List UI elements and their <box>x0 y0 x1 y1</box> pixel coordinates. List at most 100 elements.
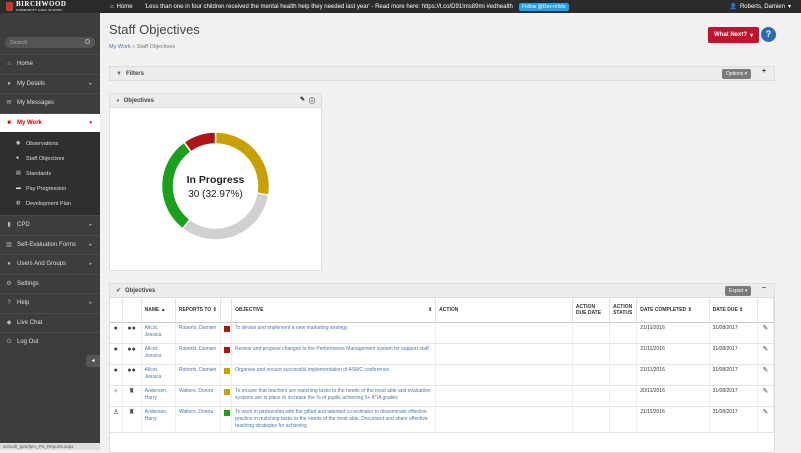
cell-edit[interactable]: ✎ <box>757 385 774 407</box>
cell-edit[interactable]: ✎ <box>757 406 774 433</box>
edit-pencil-icon[interactable]: ✎ <box>762 346 768 353</box>
cell-objective[interactable]: To ensure that teachers are matching tas… <box>231 385 437 407</box>
edit-pencil-icon[interactable]: ✎ <box>762 388 768 395</box>
cell-action-status <box>609 385 638 407</box>
subitem-label: Development Plan <box>26 200 71 207</box>
cell-status <box>220 364 233 386</box>
edit-pencil-icon[interactable]: ✎ <box>762 409 768 416</box>
sidebar-subitem-development-plan[interactable]: ◍ Development Plan <box>0 196 100 211</box>
what-next-button[interactable]: What Next? ▾ <box>708 27 760 43</box>
cell-objective[interactable]: To work in partnership with the gifted a… <box>231 406 437 433</box>
sidebar-subitem-staff-objectives[interactable]: ● Staff Objectives <box>0 151 100 166</box>
table-row[interactable]: ● ●● Allcot, Jessica Roberts, Damien To devi… <box>110 322 774 344</box>
cell-name[interactable]: Allcot, Jessica <box>141 343 176 365</box>
check-icon: ✔ <box>116 288 122 294</box>
cell-flag: ● <box>110 343 123 365</box>
cell-objective[interactable]: Organise and ensure successful implement… <box>231 364 437 386</box>
sidebar-item-log-out[interactable]: ⏻ Log Out <box>0 332 100 352</box>
sidebar-subitem-pay-progression[interactable]: ▬ Pay Progression <box>0 181 100 196</box>
sidebar-subitem-observations[interactable]: ◉ Observations <box>0 136 100 151</box>
sidebar-item-label: My Work <box>17 119 42 126</box>
tree-icon: ♙ <box>113 408 120 416</box>
add-filter-button[interactable]: + <box>762 68 766 75</box>
col-group <box>122 298 142 323</box>
filters-header[interactable]: ▼ Filters Options ▾ + <box>110 67 774 80</box>
cell-edit[interactable]: ✎ <box>757 322 774 344</box>
search-icon[interactable] <box>85 39 90 44</box>
sidebar-subitem-standards[interactable]: ▤ Standards <box>0 166 100 181</box>
table-row[interactable]: ● ●● Allcot, Jessica Roberts, Damien Organis… <box>110 364 774 386</box>
col-reports-to[interactable]: REPORTS TO ⇕ <box>175 298 222 323</box>
cell-status <box>220 385 233 407</box>
form-icon: ▥ <box>6 241 12 248</box>
school-logo[interactable]: BIRCHWOOD COMMUNITY HIGH SCHOOL <box>0 0 100 13</box>
cell-name[interactable]: Anderson, Harry <box>141 385 176 407</box>
table-header-row: NAME ▲ REPORTS TO ⇕ OBJECTIVE ⇕ ACTION AC… <box>110 298 774 323</box>
sidebar-item-self-evaluation-forms[interactable]: ▥ Self-Evaluation Forms ▸ <box>0 234 100 255</box>
cell-objective[interactable]: To devise and implement a new marketing … <box>231 322 437 344</box>
group-icon: ♜ <box>128 408 135 416</box>
chevron-down-icon: ▾ <box>89 119 92 126</box>
sidebar-item-help[interactable]: ? Help ▸ <box>0 293 100 313</box>
col-action-due-date[interactable]: ACTION DUE DATE <box>572 298 611 323</box>
search-input[interactable]: Search <box>5 37 95 48</box>
group-icon: ●● <box>127 366 136 374</box>
sidebar-item-my-messages[interactable]: ✉ My Messages <box>0 93 100 113</box>
col-date-due[interactable]: DATE DUE ⇕ <box>709 298 758 323</box>
top-bar: BIRCHWOOD COMMUNITY HIGH SCHOOL ⌂ Home '… <box>0 0 801 13</box>
cell-status <box>220 406 233 433</box>
sidebar-item-my-work[interactable]: ■ My Work ▾ <box>0 112 100 132</box>
cell-name[interactable]: Allcot, Jessica <box>141 322 176 344</box>
twitter-follow-button[interactable]: Follow @Dev-mfidu <box>518 2 569 11</box>
cell-name[interactable]: Allcot, Jessica <box>141 364 176 386</box>
cell-edit[interactable]: ✎ <box>757 343 774 365</box>
help-button[interactable]: ? <box>761 27 776 42</box>
sidebar-item-label: Live Chat <box>17 319 43 326</box>
table-row[interactable]: ♙ ♜ Anderson, Harry Walters, Donna To work i… <box>110 406 774 433</box>
sidebar-item-cpd[interactable]: ▮ CPD ▸ <box>0 215 100 235</box>
sidebar-item-users-and-groups[interactable]: ● Users And Groups ▸ <box>0 254 100 274</box>
col-date-completed[interactable]: DATE COMPLETED ⇕ <box>636 298 710 323</box>
sidebar-item-my-details[interactable]: ● My Details ▸ <box>0 73 100 94</box>
col-action-status[interactable]: ACTION STATUS <box>609 298 638 323</box>
cell-flag: ● <box>110 364 123 386</box>
table-row[interactable]: ♀ ♜ Anderson, Harry Walters, Donna To ensure… <box>110 385 774 407</box>
cell-reports-to[interactable]: Roberts, Damien <box>175 343 222 365</box>
col-action-due-label: ACTION DUE DATE <box>575 303 602 316</box>
options-button[interactable]: Options ▾ <box>722 68 752 79</box>
options-label: Options <box>726 70 744 77</box>
donut-slice-completed[interactable] <box>181 192 270 241</box>
cell-reports-to[interactable]: Walters, Donna <box>175 406 222 433</box>
cell-reports-to[interactable]: Roberts, Damien <box>175 322 222 344</box>
sort-asc-icon: ▲ <box>160 306 166 313</box>
breadcrumb-my-work[interactable]: My Work <box>109 44 131 50</box>
col-objective[interactable]: OBJECTIVE ⇕ <box>231 298 437 323</box>
donut-slice-overdue[interactable] <box>182 131 217 153</box>
table-row[interactable]: ● ●● Allcot, Jessica Roberts, Damien Review … <box>110 343 774 365</box>
sidebar-item-label: Help <box>17 300 30 307</box>
export-button[interactable]: Export ▾ <box>725 286 752 296</box>
col-action[interactable]: ACTION <box>435 298 573 323</box>
sort-icon: ⇕ <box>739 306 744 313</box>
sidebar-item-settings[interactable]: ⚙ Settings <box>0 273 100 294</box>
edit-pencil-icon[interactable]: ✎ <box>762 367 768 374</box>
cell-edit[interactable]: ✎ <box>757 364 774 386</box>
eraser-icon[interactable]: ✎ <box>300 96 305 103</box>
edit-pencil-icon[interactable]: ✎ <box>762 325 768 332</box>
sidebar-item-live-chat[interactable]: ◆ Live Chat <box>0 312 100 333</box>
cell-reports-to[interactable]: Roberts, Damien <box>175 364 222 386</box>
home-link[interactable]: ⌂ Home <box>110 4 133 10</box>
sidebar-item-home[interactable]: ⌂ Home <box>0 54 100 74</box>
cell-action-status <box>609 406 638 433</box>
objectives-table-header: ✔ Objectives Export ▾ − <box>110 284 774 298</box>
info-icon[interactable]: ⓘ <box>309 96 315 105</box>
collapse-panel-button[interactable]: − <box>762 285 766 292</box>
col-name[interactable]: NAME ▲ <box>141 298 176 323</box>
sidebar-collapse-button[interactable]: ◂ <box>86 355 100 367</box>
cell-reports-to[interactable]: Walters, Donna <box>175 385 222 407</box>
user-menu[interactable]: 👤 Roberts, Damien ▾ <box>729 3 791 11</box>
news-ticker[interactable]: 'Less than one in four children received… <box>145 4 513 10</box>
cell-name[interactable]: Anderson, Harry <box>141 406 176 433</box>
cell-objective[interactable]: Review and propose changes to the Perfor… <box>231 343 437 365</box>
sidebar: Search ⌂ Home ● My Details ▸ ✉ My Messages ■… <box>0 13 100 450</box>
